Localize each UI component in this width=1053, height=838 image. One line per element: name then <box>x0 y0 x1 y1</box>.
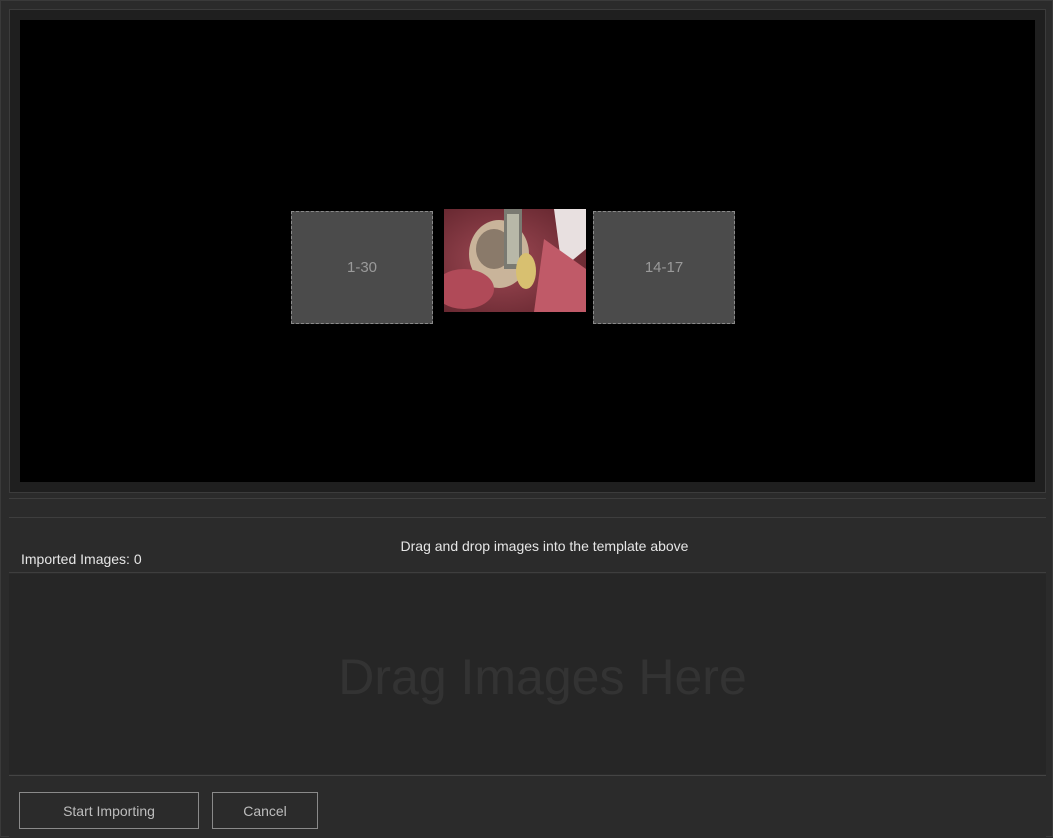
button-bar: Start Importing Cancel <box>9 775 1046 838</box>
dental-photo-icon <box>444 209 586 312</box>
instruction-text: Drag and drop images into the template a… <box>400 538 689 554</box>
splitter[interactable] <box>9 498 1046 518</box>
template-slot-14-17[interactable]: 14-17 <box>593 211 735 324</box>
template-panel: 1-30 14-17 <box>9 9 1046 493</box>
template-canvas[interactable]: 1-30 14-17 <box>20 20 1035 482</box>
template-slot-photo[interactable] <box>444 209 586 312</box>
cancel-button[interactable]: Cancel <box>212 792 318 829</box>
slot-label: 14-17 <box>644 259 684 276</box>
image-drop-zone[interactable]: Drag Images Here <box>9 574 1046 774</box>
slot-label: 1-30 <box>346 259 378 276</box>
template-slot-1-30[interactable]: 1-30 <box>291 211 433 324</box>
drop-zone-placeholder: Drag Images Here <box>338 649 747 705</box>
start-importing-button[interactable]: Start Importing <box>19 792 199 829</box>
status-bar: Imported Images: 0 Drag and drop images … <box>9 519 1046 573</box>
import-window: 1-30 14-17 Imported Images: 0 Drag and d… <box>0 0 1053 838</box>
